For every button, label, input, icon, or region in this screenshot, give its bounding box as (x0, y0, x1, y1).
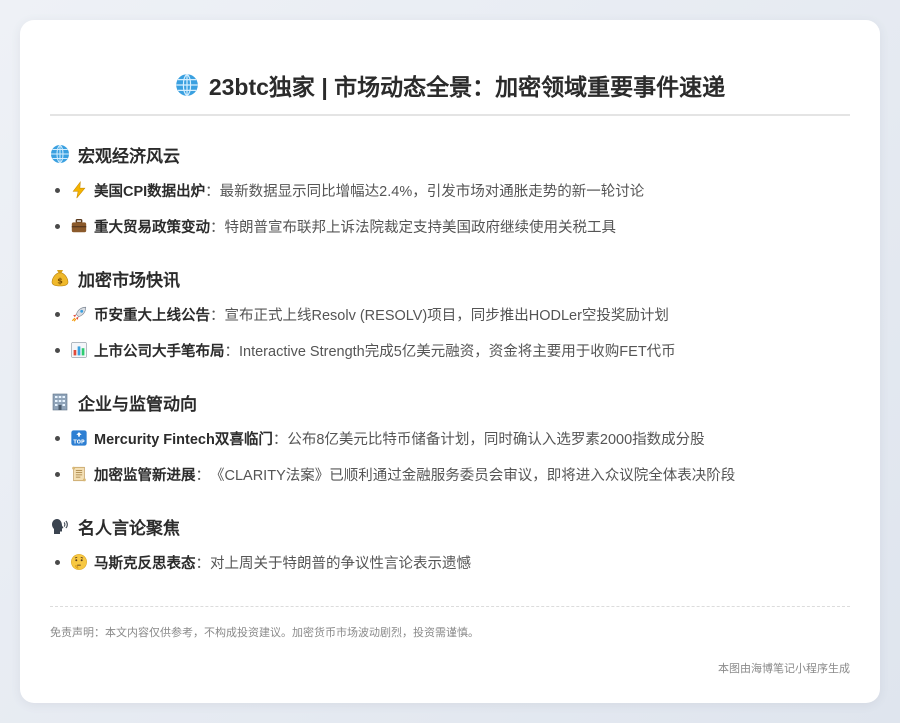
title-divider (50, 114, 850, 116)
section-macro: 宏观经济风云 美国CPI数据出炉：最新数据显示同比增幅达2.4%，引发市场对通胀… (50, 142, 850, 238)
list-item: TOP Mercurity Fintech双喜临门：公布8亿美元比特币储备计划，… (50, 426, 850, 450)
speaking-head-icon (50, 516, 70, 536)
section-heading: 企业与监管动向 (50, 390, 850, 414)
money-bag-icon: $ (50, 268, 70, 288)
top-arrow-icon: TOP (70, 429, 88, 447)
bar-chart-icon (70, 341, 88, 359)
disclaimer-text: 免责声明：本文内容仅供参考，不构成投资建议。加密货币市场波动剧烈，投资需谨慎。 (50, 627, 479, 639)
briefcase-icon (70, 217, 88, 235)
office-building-icon (50, 392, 70, 412)
list-item: 币安重大上线公告：宣布正式上线Resolv (RESOLV)项目，同步推出HOD… (50, 302, 850, 326)
section-crypto: $ 加密市场快讯 币安重大上线公告：宣布正式上线Resolv (RESOLV)项… (50, 266, 850, 362)
section-enterprise-regulation: 企业与监管动向 TOP Mercurity Fintech双喜临门：公布8亿美元… (50, 390, 850, 486)
svg-text:TOP: TOP (73, 439, 85, 445)
list-item: 上市公司大手笔布局： Interactive Strength完成5亿美元融资，资… (50, 338, 850, 362)
globe-icon (50, 144, 70, 164)
lightning-icon (70, 181, 88, 199)
svg-text:$: $ (57, 277, 63, 286)
list-item: 加密监管新进展：《CLARITY法案》已顺利通过金融服务委员会审议，即将进入众议… (50, 462, 850, 486)
article-card: 23btc独家 | 市场动态全景：加密领域重要事件速递 宏观经济风云 美国CPI… (20, 20, 880, 703)
scroll-icon (70, 465, 88, 483)
section-heading: 名人言论聚焦 (50, 514, 850, 538)
section-heading: 宏观经济风云 (50, 142, 850, 166)
section-heading: $ 加密市场快讯 (50, 266, 850, 290)
globe-icon (175, 73, 199, 97)
thinking-face-icon (70, 553, 88, 571)
page-title: 23btc独家 | 市场动态全景：加密领域重要事件速递 (50, 68, 850, 102)
list-item: 美国CPI数据出炉：最新数据显示同比增幅达2.4%，引发市场对通胀走势的新一轮讨… (50, 178, 850, 202)
list-item: 马斯克反思表态：对上周关于特朗普的争议性言论表示遗憾 (50, 550, 850, 574)
generated-by-text: 本图由海博笔记小程序生成 (718, 663, 850, 675)
footer-divider (50, 606, 850, 607)
page-title-text: 23btc独家 | 市场动态全景：加密领域重要事件速递 (208, 74, 726, 100)
section-celebrity: 名人言论聚焦 马斯克反思表态：对上周关于特朗普的争议性言论表示遗憾 (50, 514, 850, 574)
list-item: 重大贸易政策变动：特朗普宣布联邦上诉法院裁定支持美国政府继续使用关税工具 (50, 214, 850, 238)
rocket-icon (70, 305, 88, 323)
